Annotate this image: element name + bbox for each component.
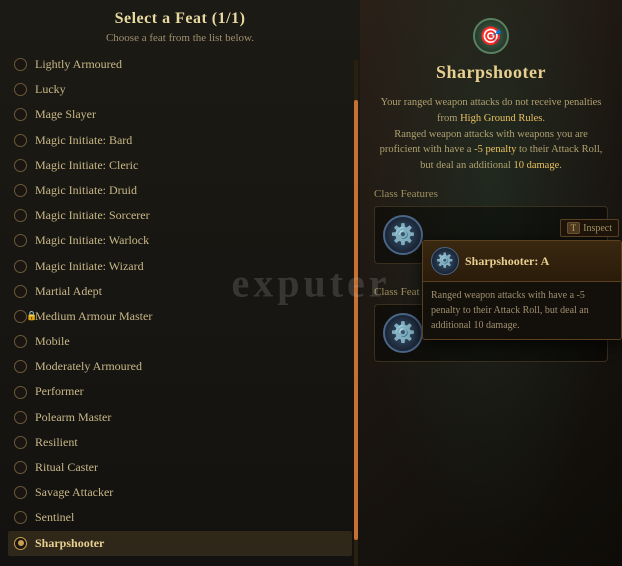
radio-moderately-armoured bbox=[14, 360, 27, 373]
feat-item-ritual-caster[interactable]: Ritual Caster bbox=[8, 455, 352, 480]
feat-name-polearm-master: Polearm Master bbox=[35, 408, 111, 427]
feat-item-magic-initiate-cleric[interactable]: Magic Initiate: Cleric bbox=[8, 153, 352, 178]
feat-name-savage-attacker: Savage Attacker bbox=[35, 483, 113, 502]
feat-item-magic-initiate-druid[interactable]: Magic Initiate: Druid bbox=[8, 178, 352, 203]
feat-item-sharpshooter[interactable]: Sharpshooter bbox=[8, 531, 352, 556]
radio-savage-attacker bbox=[14, 486, 27, 499]
left-panel: Select a Feat (1/1) Choose a feat from t… bbox=[0, 0, 360, 566]
radio-sentinel bbox=[14, 511, 27, 524]
feat-item-lucky[interactable]: Lucky bbox=[8, 77, 352, 102]
radio-magic-initiate-wizard bbox=[14, 260, 27, 273]
desc-highlight-1: High Ground Rules bbox=[460, 113, 542, 124]
inspect-label: Inspect bbox=[583, 223, 612, 234]
feat-name-magic-initiate-druid: Magic Initiate: Druid bbox=[35, 181, 137, 200]
desc-highlight-2: -5 penalty bbox=[474, 144, 516, 155]
class-features-label: Class Features bbox=[374, 188, 608, 200]
feat-name-magic-initiate-warlock: Magic Initiate: Warlock bbox=[35, 231, 149, 250]
feat-name-magic-initiate-wizard: Magic Initiate: Wizard bbox=[35, 257, 144, 276]
tooltip-title: Sharpshooter: A bbox=[465, 254, 549, 269]
feat-name-martial-adept: Martial Adept bbox=[35, 282, 102, 301]
radio-lucky bbox=[14, 83, 27, 96]
feat-name-moderately-armoured: Moderately Armoured bbox=[35, 357, 142, 376]
feat-description: Your ranged weapon attacks do not receiv… bbox=[360, 89, 622, 180]
feat-item-magic-initiate-sorcerer[interactable]: Magic Initiate: Sorcerer bbox=[8, 203, 352, 228]
tooltip-icon-glyph: ⚙️ bbox=[436, 253, 453, 270]
feat-icon-top: 🎯 bbox=[473, 18, 509, 54]
feat-item-magic-initiate-wizard[interactable]: Magic Initiate: Wizard bbox=[8, 254, 352, 279]
feature-card-1-icon: ⚙️ bbox=[383, 215, 423, 255]
feature-card-1-glyph: ⚙️ bbox=[391, 222, 416, 247]
feat-name-ritual-caster: Ritual Caster bbox=[35, 458, 98, 477]
feat-title-right: Sharpshooter bbox=[370, 62, 612, 83]
radio-magic-initiate-bard bbox=[14, 134, 27, 147]
feat-name-resilient: Resilient bbox=[35, 433, 78, 452]
panel-subtitle: Choose a feat from the list below. bbox=[0, 32, 360, 52]
feat-name-mage-slayer: Mage Slayer bbox=[35, 105, 96, 124]
scroll-thumb bbox=[354, 100, 358, 540]
tooltip-icon: ⚙️ bbox=[431, 247, 459, 275]
feat-name-lightly-armoured: Lightly Armoured bbox=[35, 55, 122, 74]
feat-header: 🎯 Sharpshooter bbox=[360, 0, 622, 89]
radio-magic-initiate-warlock bbox=[14, 234, 27, 247]
radio-lightly-armoured bbox=[14, 58, 27, 71]
feat-name-performer: Performer bbox=[35, 382, 84, 401]
feat-item-magic-initiate-warlock[interactable]: Magic Initiate: Warlock bbox=[8, 228, 352, 253]
tooltip-body-text: Ranged weapon attacks with have a -5 pen… bbox=[431, 290, 589, 331]
inspect-button[interactable]: T Inspect bbox=[560, 219, 619, 237]
radio-mobile bbox=[14, 335, 27, 348]
radio-magic-initiate-druid bbox=[14, 184, 27, 197]
feat-top-icon-glyph: 🎯 bbox=[480, 26, 502, 47]
feat-list[interactable]: Lightly Armoured Lucky Mage Slayer Magic In… bbox=[0, 52, 360, 558]
radio-performer bbox=[14, 386, 27, 399]
radio-inner-sharpshooter bbox=[18, 540, 24, 546]
feat-name-magic-initiate-bard: Magic Initiate: Bard bbox=[35, 131, 132, 150]
lock-icon-medium-armour-master: 🔒 bbox=[26, 311, 37, 322]
feat-item-magic-initiate-bard[interactable]: Magic Initiate: Bard bbox=[8, 128, 352, 153]
inspect-key: T bbox=[567, 222, 581, 234]
radio-martial-adept bbox=[14, 285, 27, 298]
feat-item-lightly-armoured[interactable]: Lightly Armoured bbox=[8, 52, 352, 77]
feat-item-polearm-master[interactable]: Polearm Master bbox=[8, 405, 352, 430]
feat-item-resilient[interactable]: Resilient bbox=[8, 430, 352, 455]
radio-magic-initiate-sorcerer bbox=[14, 209, 27, 222]
radio-magic-initiate-cleric bbox=[14, 159, 27, 172]
feat-name-sentinel: Sentinel bbox=[35, 508, 74, 527]
feat-name-magic-initiate-cleric: Magic Initiate: Cleric bbox=[35, 156, 138, 175]
panel-title: Select a Feat (1/1) bbox=[0, 0, 360, 32]
radio-resilient bbox=[14, 436, 27, 449]
tooltip-header: ⚙️ Sharpshooter: A bbox=[423, 241, 621, 282]
feat-item-sentinel[interactable]: Sentinel bbox=[8, 505, 352, 530]
feat-name-lucky: Lucky bbox=[35, 80, 66, 99]
feat-name-magic-initiate-sorcerer: Magic Initiate: Sorcerer bbox=[35, 206, 150, 225]
tooltip-container: T Inspect ⚙️ Sharpshooter: A Ranged weap… bbox=[422, 240, 622, 340]
feat-item-medium-armour-master[interactable]: 🔒Medium Armour Master bbox=[8, 304, 352, 329]
scroll-indicator bbox=[354, 60, 358, 566]
feat-name-medium-armour-master: Medium Armour Master bbox=[35, 307, 152, 326]
feat-name-mobile: Mobile bbox=[35, 332, 70, 351]
right-panel: 🎯 Sharpshooter Your ranged weapon attack… bbox=[360, 0, 622, 566]
feat-item-shield-master[interactable]: Shield Master bbox=[8, 556, 352, 558]
feat-name-sharpshooter: Sharpshooter bbox=[35, 534, 104, 553]
feat-item-moderately-armoured[interactable]: Moderately Armoured bbox=[8, 354, 352, 379]
tooltip-body: Ranged weapon attacks with have a -5 pen… bbox=[423, 282, 621, 339]
radio-ritual-caster bbox=[14, 461, 27, 474]
feat-item-mobile[interactable]: Mobile bbox=[8, 329, 352, 354]
feat-item-savage-attacker[interactable]: Savage Attacker bbox=[8, 480, 352, 505]
feat-item-mage-slayer[interactable]: Mage Slayer bbox=[8, 102, 352, 127]
radio-polearm-master bbox=[14, 411, 27, 424]
radio-sharpshooter bbox=[14, 537, 27, 550]
desc-highlight-3: 10 damage bbox=[513, 160, 559, 171]
radio-mage-slayer bbox=[14, 108, 27, 121]
feat-item-martial-adept[interactable]: Martial Adept bbox=[8, 279, 352, 304]
feature-card-2-icon: ⚙️ bbox=[383, 313, 423, 353]
feat-item-performer[interactable]: Performer bbox=[8, 379, 352, 404]
feature-card-2-glyph: ⚙️ bbox=[391, 320, 416, 345]
